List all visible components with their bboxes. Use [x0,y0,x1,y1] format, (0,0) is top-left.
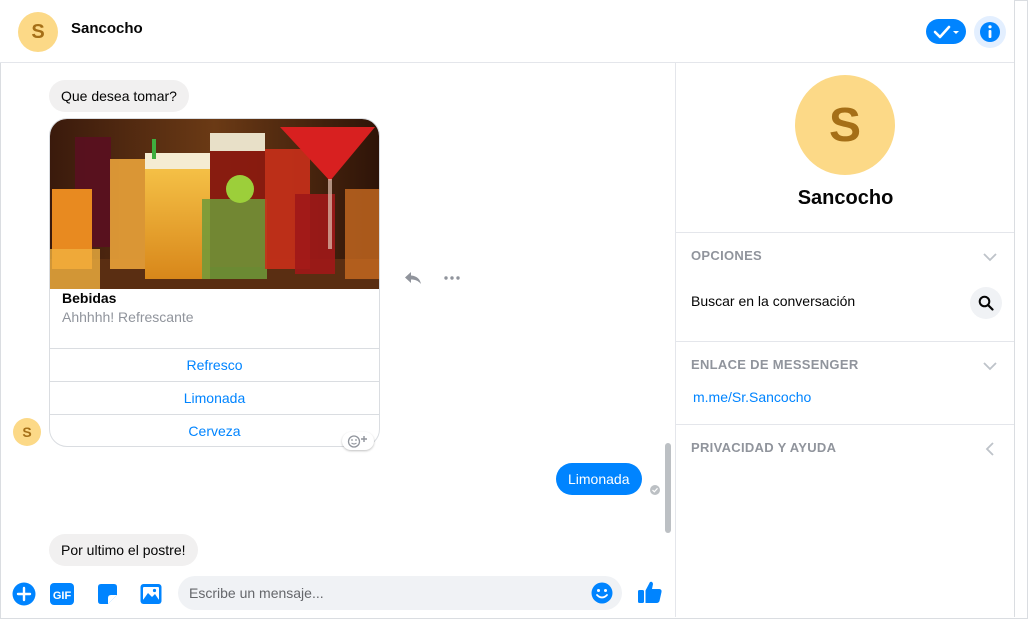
thumbs-up-icon [638,581,662,603]
section-messenger-link-title[interactable]: ENLACE DE MESSENGER [691,357,859,372]
conversation-details-panel: S Sancocho OPCIONES Buscar en la convers… [675,63,1015,617]
contact-avatar[interactable]: S [18,12,58,52]
card-button-cerveza[interactable]: Cerveza [50,414,379,446]
card-title: Bebidas [62,290,117,306]
contact-name[interactable]: Sancocho [71,20,143,37]
emoji-plus-icon [347,435,367,448]
profile-avatar[interactable]: S [795,75,895,175]
drinks-image[interactable] [50,119,379,289]
sticker-button[interactable] [94,581,120,607]
info-icon [980,22,1000,42]
card-button-limonada[interactable]: Limonada [50,381,379,414]
emoji-icon[interactable] [591,582,613,604]
photo-icon [140,584,162,604]
message-bubble[interactable]: Que desea tomar? [49,80,189,112]
more-options-icon[interactable] [444,276,460,280]
divider [676,424,1015,425]
checkmark-dropdown-icon [933,25,959,38]
chat-scrollbar[interactable] [665,443,671,533]
chevron-left-icon[interactable] [982,441,998,457]
seen-indicator-icon [650,485,660,495]
chevron-down-icon[interactable] [982,358,998,374]
messenger-link[interactable]: m.me/Sr.Sancocho [693,389,811,405]
conversation-info-button[interactable] [974,16,1006,48]
chevron-down-icon[interactable] [982,249,998,265]
like-send-button[interactable] [637,579,663,605]
gif-button[interactable]: GIF [49,581,75,607]
window-right-border [1014,0,1015,617]
more-actions-button[interactable] [11,581,37,607]
photo-button[interactable] [138,581,164,607]
message-composer: GIF [0,572,675,617]
profile-name[interactable]: Sancocho [676,187,1015,210]
message-actions [404,271,460,285]
message-input-wrapper [178,576,622,610]
divider [676,341,1015,342]
sticker-icon [98,584,117,604]
section-options-title[interactable]: OPCIONES [691,248,762,263]
reply-icon[interactable] [404,271,422,285]
divider [676,232,1015,233]
search-in-conversation-button[interactable] [970,287,1002,319]
message-list[interactable]: Que desea tomar? Bebidas Ahhhhh! Refresc… [0,63,675,572]
message-input[interactable] [189,576,589,610]
add-reaction-button[interactable] [342,432,374,450]
svg-text:GIF: GIF [53,590,72,602]
generic-template-card[interactable]: Bebidas Ahhhhh! Refrescante Refresco Lim… [49,118,380,447]
card-subtitle: Ahhhhh! Refrescante [62,309,194,325]
message-bubble[interactable]: Por ultimo el postre! [49,534,198,566]
section-privacy-title[interactable]: PRIVACIDAD Y AYUDA [691,440,836,455]
gif-icon: GIF [50,583,74,605]
card-button-refresco[interactable]: Refresco [50,348,379,381]
plus-circle-icon [12,582,36,606]
search-icon [978,295,994,311]
conversation-header: S Sancocho [0,0,1014,63]
search-in-conversation-label[interactable]: Buscar en la conversación [691,293,855,309]
mark-done-button[interactable] [926,19,966,44]
user-message-bubble[interactable]: Limonada [556,463,642,495]
bot-avatar[interactable]: S [13,418,41,446]
